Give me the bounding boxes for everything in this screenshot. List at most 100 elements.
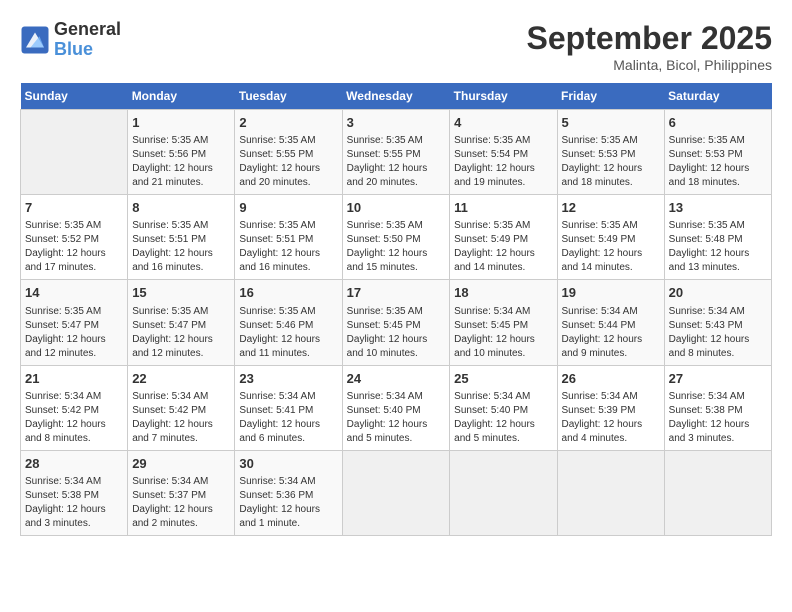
day-number: 10 — [347, 199, 446, 217]
calendar-cell — [450, 450, 557, 535]
day-info: Sunrise: 5:35 AM Sunset: 5:50 PM Dayligh… — [347, 219, 446, 275]
day-number: 3 — [347, 114, 446, 132]
day-number: 20 — [669, 284, 767, 302]
day-info: Sunrise: 5:35 AM Sunset: 5:49 PM Dayligh… — [454, 219, 552, 275]
day-info: Sunrise: 5:35 AM Sunset: 5:53 PM Dayligh… — [669, 134, 767, 190]
day-number: 9 — [239, 199, 337, 217]
calendar-cell: 23 Sunrise: 5:34 AM Sunset: 5:41 PM Dayli… — [235, 365, 342, 450]
day-info: Sunrise: 5:35 AM Sunset: 5:51 PM Dayligh… — [239, 219, 337, 275]
day-info: Sunrise: 5:34 AM Sunset: 5:44 PM Dayligh… — [562, 305, 660, 361]
calendar-cell: 16 Sunrise: 5:35 AM Sunset: 5:46 PM Dayli… — [235, 280, 342, 365]
calendar-cell — [21, 110, 128, 195]
day-number: 2 — [239, 114, 337, 132]
day-number: 28 — [25, 455, 123, 473]
weekday-header-thursday: Thursday — [450, 83, 557, 110]
day-info: Sunrise: 5:35 AM Sunset: 5:54 PM Dayligh… — [454, 134, 552, 190]
logo-text: General Blue — [54, 20, 121, 60]
calendar-cell: 9 Sunrise: 5:35 AM Sunset: 5:51 PM Daylig… — [235, 195, 342, 280]
calendar-cell: 27 Sunrise: 5:34 AM Sunset: 5:38 PM Dayli… — [664, 365, 771, 450]
weekday-header-sunday: Sunday — [21, 83, 128, 110]
calendar-cell: 3 Sunrise: 5:35 AM Sunset: 5:55 PM Daylig… — [342, 110, 450, 195]
day-info: Sunrise: 5:35 AM Sunset: 5:56 PM Dayligh… — [132, 134, 230, 190]
week-row-5: 28 Sunrise: 5:34 AM Sunset: 5:38 PM Dayli… — [21, 450, 772, 535]
day-number: 19 — [562, 284, 660, 302]
day-info: Sunrise: 5:35 AM Sunset: 5:47 PM Dayligh… — [132, 305, 230, 361]
day-number: 23 — [239, 370, 337, 388]
day-number: 29 — [132, 455, 230, 473]
calendar-cell: 26 Sunrise: 5:34 AM Sunset: 5:39 PM Dayli… — [557, 365, 664, 450]
day-number: 8 — [132, 199, 230, 217]
day-info: Sunrise: 5:35 AM Sunset: 5:53 PM Dayligh… — [562, 134, 660, 190]
calendar-cell: 30 Sunrise: 5:34 AM Sunset: 5:36 PM Dayli… — [235, 450, 342, 535]
location: Malinta, Bicol, Philippines — [527, 57, 772, 73]
calendar-cell: 14 Sunrise: 5:35 AM Sunset: 5:47 PM Dayli… — [21, 280, 128, 365]
day-info: Sunrise: 5:34 AM Sunset: 5:38 PM Dayligh… — [25, 475, 123, 531]
day-info: Sunrise: 5:35 AM Sunset: 5:55 PM Dayligh… — [347, 134, 446, 190]
calendar-cell: 29 Sunrise: 5:34 AM Sunset: 5:37 PM Dayli… — [128, 450, 235, 535]
calendar-cell: 12 Sunrise: 5:35 AM Sunset: 5:49 PM Dayli… — [557, 195, 664, 280]
calendar-cell: 13Sunrise: 5:35 AM Sunset: 5:48 PM Dayli… — [664, 195, 771, 280]
day-info: Sunrise: 5:35 AM Sunset: 5:48 PM Dayligh… — [669, 219, 767, 275]
day-number: 6 — [669, 114, 767, 132]
day-info: Sunrise: 5:34 AM Sunset: 5:39 PM Dayligh… — [562, 390, 660, 446]
calendar-cell: 15 Sunrise: 5:35 AM Sunset: 5:47 PM Dayli… — [128, 280, 235, 365]
calendar-cell: 20 Sunrise: 5:34 AM Sunset: 5:43 PM Dayli… — [664, 280, 771, 365]
day-info: Sunrise: 5:34 AM Sunset: 5:42 PM Dayligh… — [25, 390, 123, 446]
day-number: 14 — [25, 284, 123, 302]
day-number: 5 — [562, 114, 660, 132]
weekday-header-friday: Friday — [557, 83, 664, 110]
day-number: 16 — [239, 284, 337, 302]
title-block: September 2025 Malinta, Bicol, Philippin… — [527, 20, 772, 73]
calendar-cell — [342, 450, 450, 535]
day-number: 30 — [239, 455, 337, 473]
calendar-cell: 5 Sunrise: 5:35 AM Sunset: 5:53 PM Daylig… — [557, 110, 664, 195]
day-info: Sunrise: 5:34 AM Sunset: 5:43 PM Dayligh… — [669, 305, 767, 361]
day-info: Sunrise: 5:34 AM Sunset: 5:45 PM Dayligh… — [454, 305, 552, 361]
day-info: Sunrise: 5:34 AM Sunset: 5:41 PM Dayligh… — [239, 390, 337, 446]
day-number: 26 — [562, 370, 660, 388]
calendar-cell: 25 Sunrise: 5:34 AM Sunset: 5:40 PM Dayli… — [450, 365, 557, 450]
day-info: Sunrise: 5:34 AM Sunset: 5:36 PM Dayligh… — [239, 475, 337, 531]
calendar-cell: 10 Sunrise: 5:35 AM Sunset: 5:50 PM Dayli… — [342, 195, 450, 280]
day-info: Sunrise: 5:34 AM Sunset: 5:38 PM Dayligh… — [669, 390, 767, 446]
day-info: Sunrise: 5:35 AM Sunset: 5:46 PM Dayligh… — [239, 305, 337, 361]
day-info: Sunrise: 5:35 AM Sunset: 5:45 PM Dayligh… — [347, 305, 446, 361]
day-number: 17 — [347, 284, 446, 302]
logo: General Blue — [20, 20, 121, 60]
day-number: 25 — [454, 370, 552, 388]
day-number: 12 — [562, 199, 660, 217]
calendar-table: SundayMondayTuesdayWednesdayThursdayFrid… — [20, 83, 772, 536]
calendar-cell: 17 Sunrise: 5:35 AM Sunset: 5:45 PM Dayli… — [342, 280, 450, 365]
calendar-cell — [664, 450, 771, 535]
calendar-cell: 22Sunrise: 5:34 AM Sunset: 5:42 PM Dayli… — [128, 365, 235, 450]
day-info: Sunrise: 5:35 AM Sunset: 5:52 PM Dayligh… — [25, 219, 123, 275]
day-number: 4 — [454, 114, 552, 132]
day-number: 27 — [669, 370, 767, 388]
calendar-cell: 2Sunrise: 5:35 AM Sunset: 5:55 PM Daylig… — [235, 110, 342, 195]
day-number: 1 — [132, 114, 230, 132]
calendar-cell — [557, 450, 664, 535]
calendar-cell: 4 Sunrise: 5:35 AM Sunset: 5:54 PM Daylig… — [450, 110, 557, 195]
day-number: 24 — [347, 370, 446, 388]
calendar-cell: 18Sunrise: 5:34 AM Sunset: 5:45 PM Dayli… — [450, 280, 557, 365]
day-info: Sunrise: 5:35 AM Sunset: 5:51 PM Dayligh… — [132, 219, 230, 275]
day-number: 11 — [454, 199, 552, 217]
calendar-cell: 11 Sunrise: 5:35 AM Sunset: 5:49 PM Dayli… — [450, 195, 557, 280]
day-number: 21 — [25, 370, 123, 388]
day-number: 15 — [132, 284, 230, 302]
day-info: Sunrise: 5:35 AM Sunset: 5:47 PM Dayligh… — [25, 305, 123, 361]
calendar-cell: 24 Sunrise: 5:34 AM Sunset: 5:40 PM Dayli… — [342, 365, 450, 450]
day-info: Sunrise: 5:34 AM Sunset: 5:40 PM Dayligh… — [454, 390, 552, 446]
day-info: Sunrise: 5:35 AM Sunset: 5:49 PM Dayligh… — [562, 219, 660, 275]
logo-icon — [20, 25, 50, 55]
day-number: 22 — [132, 370, 230, 388]
page-header: General Blue September 2025 Malinta, Bic… — [20, 20, 772, 73]
weekday-header-row: SundayMondayTuesdayWednesdayThursdayFrid… — [21, 83, 772, 110]
day-info: Sunrise: 5:34 AM Sunset: 5:37 PM Dayligh… — [132, 475, 230, 531]
calendar-cell: 1 Sunrise: 5:35 AM Sunset: 5:56 PM Daylig… — [128, 110, 235, 195]
calendar-cell: 28 Sunrise: 5:34 AM Sunset: 5:38 PM Dayli… — [21, 450, 128, 535]
calendar-cell: 6 Sunrise: 5:35 AM Sunset: 5:53 PM Daylig… — [664, 110, 771, 195]
day-info: Sunrise: 5:34 AM Sunset: 5:40 PM Dayligh… — [347, 390, 446, 446]
weekday-header-monday: Monday — [128, 83, 235, 110]
week-row-3: 14 Sunrise: 5:35 AM Sunset: 5:47 PM Dayli… — [21, 280, 772, 365]
